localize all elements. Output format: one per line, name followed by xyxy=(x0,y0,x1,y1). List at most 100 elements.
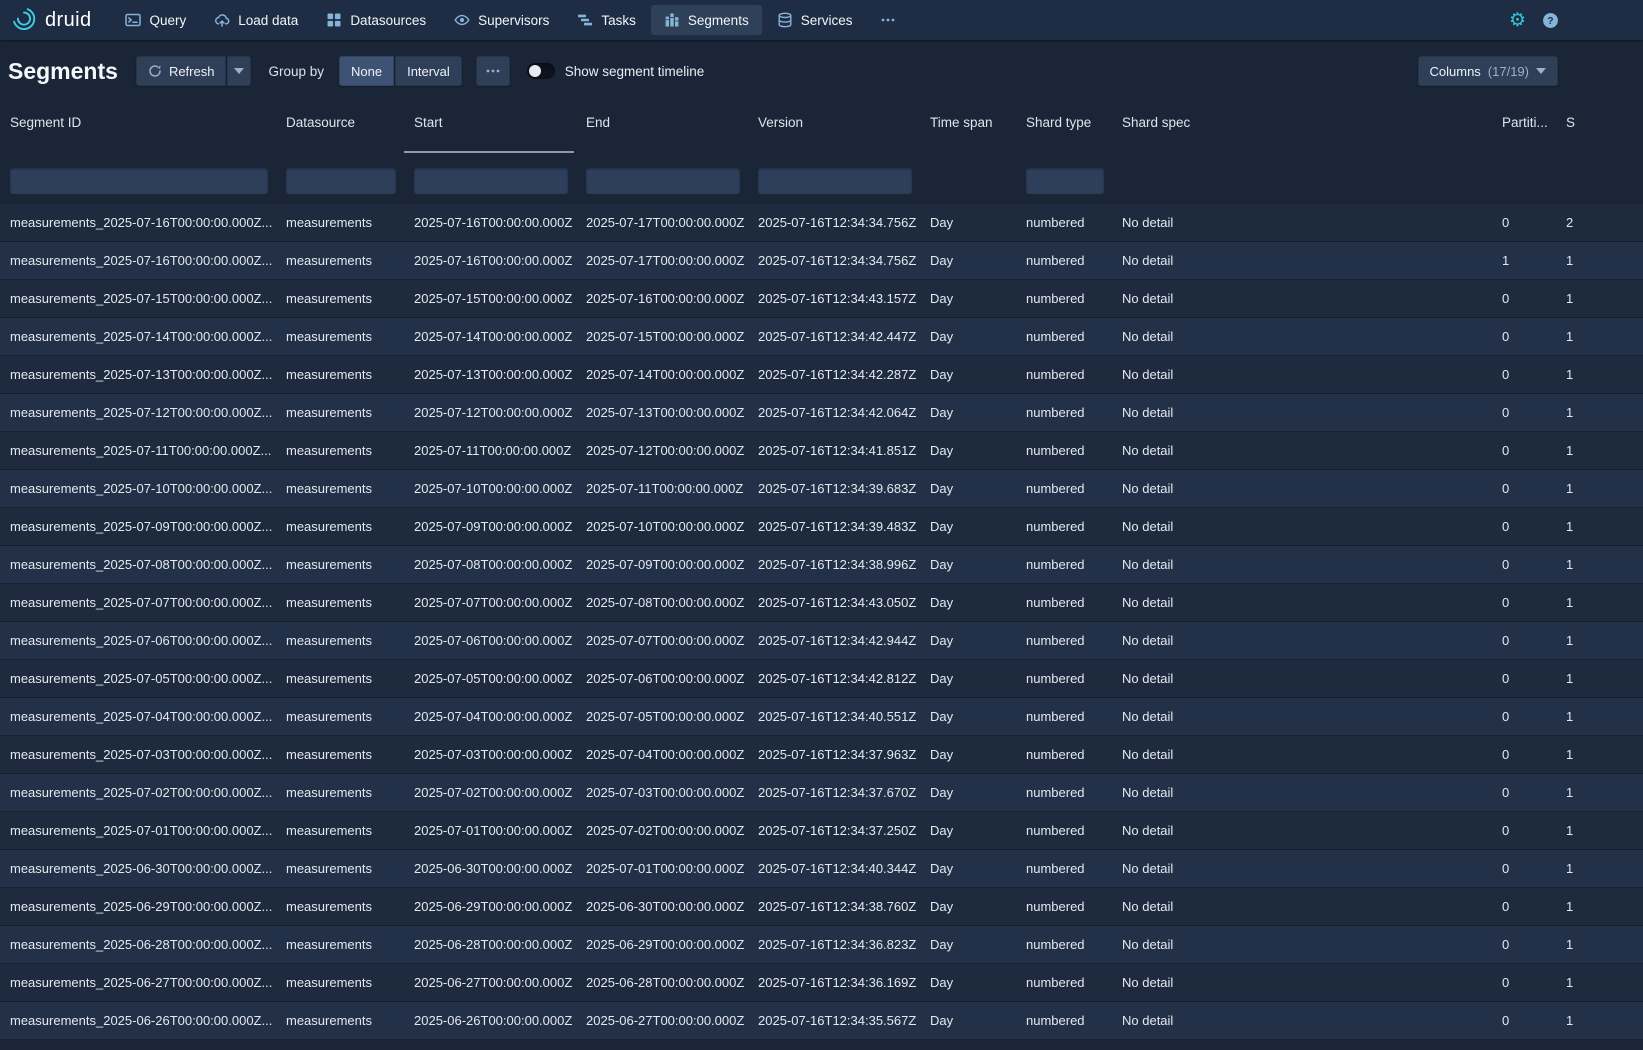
cell-datasource[interactable]: measurements xyxy=(276,937,404,952)
cell-partition[interactable]: 0 xyxy=(1492,747,1556,762)
cell-size[interactable]: 1 xyxy=(1556,519,1643,534)
cell-datasource[interactable]: measurements xyxy=(276,785,404,800)
cell-start[interactable]: 2025-07-13T00:00:00.000Z xyxy=(404,367,576,382)
cell-shard-type[interactable]: numbered xyxy=(1016,443,1112,458)
cell-end[interactable]: 2025-06-30T00:00:00.000Z xyxy=(576,899,748,914)
cell-shard-type[interactable]: numbered xyxy=(1016,861,1112,876)
cell-shard-spec[interactable]: No detail xyxy=(1112,405,1492,420)
cell-shard-spec[interactable]: No detail xyxy=(1112,291,1492,306)
cell-version[interactable]: 2025-07-16T12:34:40.551Z xyxy=(748,709,920,724)
cell-segment-id[interactable]: measurements_2025-07-01T00:00:00.000Z... xyxy=(0,823,276,838)
cell-start[interactable]: 2025-07-08T00:00:00.000Z xyxy=(404,557,576,572)
cell-segment-id[interactable]: measurements_2025-07-14T00:00:00.000Z... xyxy=(0,329,276,344)
cell-version[interactable]: 2025-07-16T12:34:37.963Z xyxy=(748,747,920,762)
cell-partition[interactable]: 0 xyxy=(1492,215,1556,230)
cell-version[interactable]: 2025-07-16T12:34:42.064Z xyxy=(748,405,920,420)
cell-segment-id[interactable]: measurements_2025-07-13T00:00:00.000Z... xyxy=(0,367,276,382)
cell-size[interactable]: 2 xyxy=(1556,215,1643,230)
cell-version[interactable]: 2025-07-16T12:34:42.812Z xyxy=(748,671,920,686)
cell-start[interactable]: 2025-07-16T00:00:00.000Z xyxy=(404,253,576,268)
cell-shard-type[interactable]: numbered xyxy=(1016,633,1112,648)
cell-size[interactable]: 1 xyxy=(1556,253,1643,268)
cell-version[interactable]: 2025-07-16T12:34:42.447Z xyxy=(748,329,920,344)
cell-version[interactable]: 2025-07-16T12:34:42.287Z xyxy=(748,367,920,382)
cell-size[interactable]: 1 xyxy=(1556,975,1643,990)
column-header-start[interactable]: Start xyxy=(404,102,576,158)
cell-end[interactable]: 2025-07-14T00:00:00.000Z xyxy=(576,367,748,382)
cell-time-span[interactable]: Day xyxy=(920,671,1016,686)
cell-time-span[interactable]: Day xyxy=(920,481,1016,496)
cell-shard-type[interactable]: numbered xyxy=(1016,899,1112,914)
cell-shard-spec[interactable]: No detail xyxy=(1112,975,1492,990)
cell-partition[interactable]: 0 xyxy=(1492,785,1556,800)
cell-partition[interactable]: 0 xyxy=(1492,481,1556,496)
cell-shard-type[interactable]: numbered xyxy=(1016,253,1112,268)
cell-start[interactable]: 2025-07-09T00:00:00.000Z xyxy=(404,519,576,534)
cell-datasource[interactable]: measurements xyxy=(276,747,404,762)
cell-size[interactable]: 1 xyxy=(1556,595,1643,610)
column-header-shard-spec[interactable]: Shard spec xyxy=(1112,102,1492,158)
cell-end[interactable]: 2025-06-27T00:00:00.000Z xyxy=(576,1013,748,1028)
cell-segment-id[interactable]: measurements_2025-06-26T00:00:00.000Z... xyxy=(0,1013,276,1028)
column-header-datasource[interactable]: Datasource xyxy=(276,102,404,158)
filter-input-segment-id[interactable] xyxy=(10,168,268,194)
cell-datasource[interactable]: measurements xyxy=(276,443,404,458)
cell-shard-type[interactable]: numbered xyxy=(1016,519,1112,534)
filter-input-start[interactable] xyxy=(414,168,568,194)
filter-input-version[interactable] xyxy=(758,168,912,194)
cell-version[interactable]: 2025-07-16T12:34:39.683Z xyxy=(748,481,920,496)
cell-segment-id[interactable]: measurements_2025-07-16T00:00:00.000Z... xyxy=(0,215,276,230)
cell-datasource[interactable]: measurements xyxy=(276,595,404,610)
cell-shard-type[interactable]: numbered xyxy=(1016,215,1112,230)
cell-shard-type[interactable]: numbered xyxy=(1016,595,1112,610)
refresh-button[interactable]: Refresh xyxy=(136,56,227,86)
cell-start[interactable]: 2025-07-15T00:00:00.000Z xyxy=(404,291,576,306)
cell-shard-spec[interactable]: No detail xyxy=(1112,709,1492,724)
cell-start[interactable]: 2025-06-30T00:00:00.000Z xyxy=(404,861,576,876)
cell-partition[interactable]: 0 xyxy=(1492,329,1556,344)
cell-start[interactable]: 2025-07-04T00:00:00.000Z xyxy=(404,709,576,724)
cell-end[interactable]: 2025-07-17T00:00:00.000Z xyxy=(576,253,748,268)
group-by-none[interactable]: None xyxy=(339,56,394,86)
cell-end[interactable]: 2025-07-09T00:00:00.000Z xyxy=(576,557,748,572)
cell-version[interactable]: 2025-07-16T12:34:40.344Z xyxy=(748,861,920,876)
cell-end[interactable]: 2025-07-03T00:00:00.000Z xyxy=(576,785,748,800)
cell-version[interactable]: 2025-07-16T12:34:37.670Z xyxy=(748,785,920,800)
cell-size[interactable]: 1 xyxy=(1556,443,1643,458)
column-header-segment-id[interactable]: Segment ID xyxy=(0,102,276,158)
cell-datasource[interactable]: measurements xyxy=(276,633,404,648)
column-header-size[interactable]: S xyxy=(1556,102,1643,158)
column-header-version[interactable]: Version xyxy=(748,102,920,158)
cell-size[interactable]: 1 xyxy=(1556,861,1643,876)
cell-shard-spec[interactable]: No detail xyxy=(1112,329,1492,344)
cell-partition[interactable]: 0 xyxy=(1492,633,1556,648)
cell-datasource[interactable]: measurements xyxy=(276,519,404,534)
cell-shard-spec[interactable]: No detail xyxy=(1112,671,1492,686)
cell-start[interactable]: 2025-06-26T00:00:00.000Z xyxy=(404,1013,576,1028)
nav-item-segments[interactable]: Segments xyxy=(651,5,762,35)
cell-datasource[interactable]: measurements xyxy=(276,253,404,268)
cell-shard-spec[interactable]: No detail xyxy=(1112,861,1492,876)
cell-start[interactable]: 2025-07-12T00:00:00.000Z xyxy=(404,405,576,420)
cell-segment-id[interactable]: measurements_2025-07-06T00:00:00.000Z... xyxy=(0,633,276,648)
cell-end[interactable]: 2025-07-06T00:00:00.000Z xyxy=(576,671,748,686)
cell-partition[interactable]: 0 xyxy=(1492,519,1556,534)
cell-shard-type[interactable]: numbered xyxy=(1016,671,1112,686)
cell-version[interactable]: 2025-07-16T12:34:42.944Z xyxy=(748,633,920,648)
more-options-button[interactable] xyxy=(476,56,510,86)
cell-partition[interactable]: 0 xyxy=(1492,557,1556,572)
cell-partition[interactable]: 0 xyxy=(1492,975,1556,990)
group-by-interval[interactable]: Interval xyxy=(395,56,462,86)
cell-partition[interactable]: 0 xyxy=(1492,405,1556,420)
cell-time-span[interactable]: Day xyxy=(920,557,1016,572)
cell-size[interactable]: 1 xyxy=(1556,823,1643,838)
cell-datasource[interactable]: measurements xyxy=(276,671,404,686)
cell-start[interactable]: 2025-06-28T00:00:00.000Z xyxy=(404,937,576,952)
cell-segment-id[interactable]: measurements_2025-07-07T00:00:00.000Z... xyxy=(0,595,276,610)
cell-datasource[interactable]: measurements xyxy=(276,405,404,420)
settings-gear-icon[interactable]: ⚙ xyxy=(1509,11,1526,30)
cell-shard-type[interactable]: numbered xyxy=(1016,785,1112,800)
cell-segment-id[interactable]: measurements_2025-07-03T00:00:00.000Z... xyxy=(0,747,276,762)
cell-end[interactable]: 2025-06-28T00:00:00.000Z xyxy=(576,975,748,990)
nav-item-supervisors[interactable]: Supervisors xyxy=(441,5,562,35)
